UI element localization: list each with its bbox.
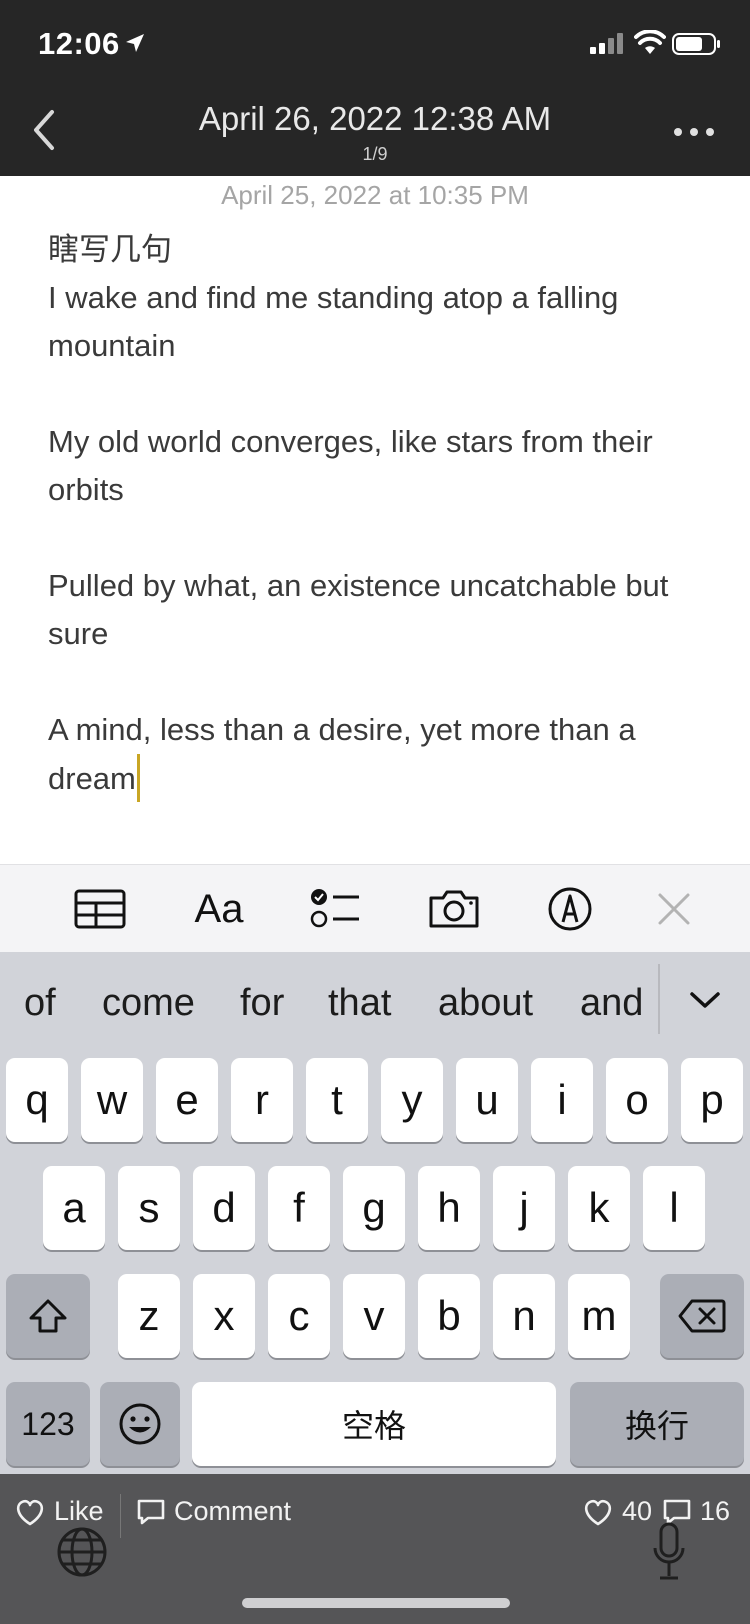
suggestion-item[interactable]: come [102, 982, 195, 1025]
nav-title: April 26, 2022 12:38 AM [198, 100, 552, 137]
note-line-last: A mind, less than a desire, yet more tha… [48, 706, 708, 803]
suggestion-item[interactable]: about [438, 982, 533, 1025]
shift-arrow-icon [29, 1299, 67, 1333]
suggestion-bar: of come for that about and [0, 952, 750, 1058]
suggestion-divider [658, 964, 660, 1034]
comment-button[interactable]: Comment [136, 1496, 291, 1527]
key-j[interactable]: j [493, 1166, 555, 1250]
chevron-down-icon[interactable] [688, 988, 722, 1012]
globe-icon[interactable] [56, 1526, 108, 1578]
emoji-key[interactable] [100, 1382, 180, 1466]
note-date: April 25, 2022 at 10:35 PM [221, 180, 529, 210]
key-t[interactable]: t [306, 1058, 368, 1142]
suggestion-item[interactable]: that [328, 982, 391, 1025]
page-counter: 1/9 [362, 144, 388, 164]
bottom-action-bar: Like Comment 40 16 [0, 1474, 750, 1624]
note-line: 瞎写几句 [48, 232, 172, 267]
top-bar: 12:06 April 26, 2022 12:38 AM 1/9 [0, 0, 750, 176]
return-key[interactable]: 换行 [570, 1382, 744, 1466]
camera-icon [429, 890, 479, 928]
key-u[interactable]: u [456, 1058, 518, 1142]
key-p[interactable]: p [681, 1058, 743, 1142]
key-b[interactable]: b [418, 1274, 480, 1358]
key-n[interactable]: n [493, 1274, 555, 1358]
comment-label: Comment [174, 1496, 292, 1526]
key-r[interactable]: r [231, 1058, 293, 1142]
suggestion-item[interactable]: of [24, 982, 56, 1025]
key-s[interactable]: s [118, 1166, 180, 1250]
like-count-value: 40 [622, 1496, 653, 1526]
key-i[interactable]: i [531, 1058, 593, 1142]
close-icon [658, 893, 690, 925]
note-line: My old world converges, like stars from … [48, 424, 653, 507]
keyboard: of come for that about and q w e r t y u… [0, 952, 750, 1474]
checklist-icon [310, 889, 359, 928]
key-v[interactable]: v [343, 1274, 405, 1358]
suggestion-item[interactable]: and [580, 982, 643, 1025]
text-format-button[interactable]: Aa [186, 881, 252, 937]
key-z[interactable]: z [118, 1274, 180, 1358]
like-label: Like [54, 1496, 104, 1526]
key-q[interactable]: q [6, 1058, 68, 1142]
markup-pen-icon [548, 887, 592, 931]
key-m[interactable]: m [568, 1274, 630, 1358]
shift-key[interactable] [6, 1274, 90, 1358]
markup-button[interactable] [546, 881, 594, 937]
cellular-signal-icon [590, 33, 623, 54]
microphone-icon[interactable] [652, 1522, 686, 1584]
home-indicator[interactable] [242, 1598, 510, 1608]
note-line: I wake and find me standing atop a falli… [48, 280, 619, 363]
comment-icon [137, 1499, 165, 1524]
key-d[interactable]: d [193, 1166, 255, 1250]
key-a[interactable]: a [43, 1166, 105, 1250]
table-icon [74, 889, 126, 929]
divider [120, 1494, 121, 1538]
heart-icon [16, 1499, 44, 1525]
note-editor[interactable]: 瞎写几句 I wake and find me standing atop a … [48, 226, 708, 803]
key-l[interactable]: l [643, 1166, 705, 1250]
key-o[interactable]: o [606, 1058, 668, 1142]
note-line: Pulled by what, an existence uncatchable… [48, 568, 669, 651]
key-k[interactable]: k [568, 1166, 630, 1250]
delete-key[interactable] [660, 1274, 744, 1358]
key-f[interactable]: f [268, 1166, 330, 1250]
text-caret [136, 754, 140, 802]
key-w[interactable]: w [81, 1058, 143, 1142]
key-x[interactable]: x [193, 1274, 255, 1358]
status-time: 12:06 [38, 26, 120, 61]
camera-button[interactable] [426, 881, 482, 937]
more-icon[interactable] [672, 124, 716, 140]
location-arrow-icon [126, 34, 144, 52]
space-key[interactable]: 空格 [192, 1382, 556, 1466]
key-c[interactable]: c [268, 1274, 330, 1358]
key-y[interactable]: y [381, 1058, 443, 1142]
table-button[interactable] [72, 881, 128, 937]
backspace-icon [678, 1299, 726, 1333]
battery-icon [672, 33, 720, 55]
suggestion-item[interactable]: for [240, 982, 284, 1025]
format-toolbar: Aa [0, 864, 750, 952]
key-e[interactable]: e [156, 1058, 218, 1142]
comment-count-value: 16 [700, 1496, 731, 1526]
heart-icon [584, 1499, 612, 1525]
close-toolbar-button[interactable] [656, 881, 692, 937]
key-h[interactable]: h [418, 1166, 480, 1250]
wifi-icon [634, 30, 666, 54]
like-button[interactable]: Like [14, 1496, 104, 1527]
emoji-icon [119, 1403, 161, 1445]
numbers-key[interactable]: 123 [6, 1382, 90, 1466]
key-g[interactable]: g [343, 1166, 405, 1250]
checklist-button[interactable] [308, 881, 362, 937]
like-count: 40 [582, 1496, 652, 1527]
